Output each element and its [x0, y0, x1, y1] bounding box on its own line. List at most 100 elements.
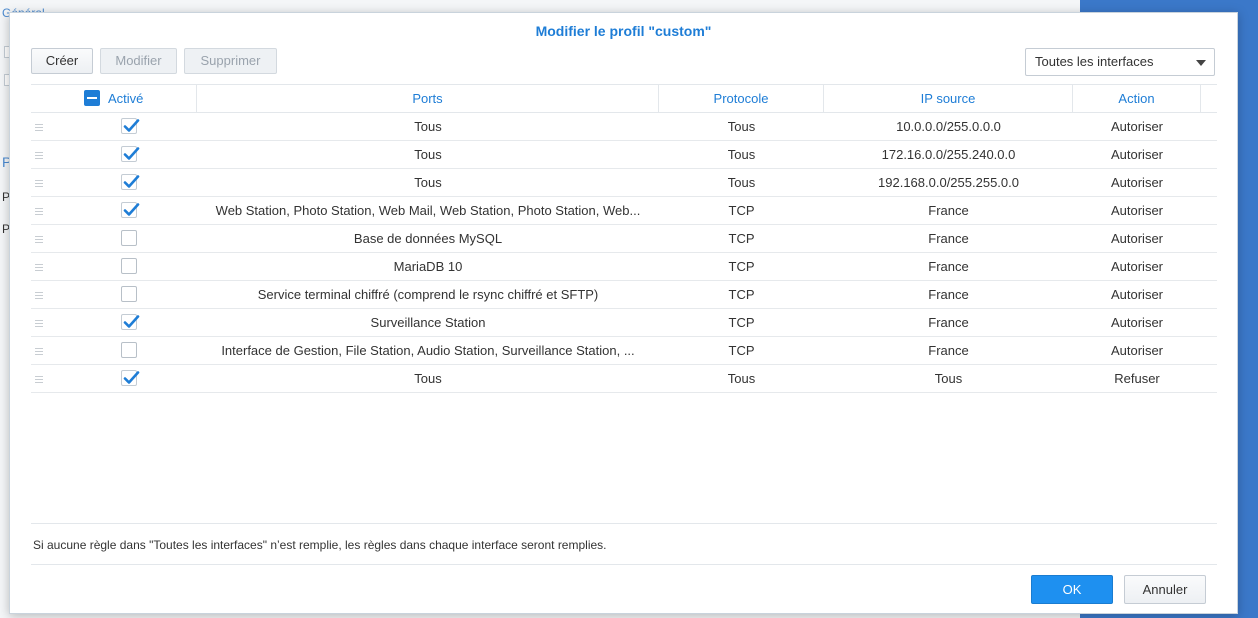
ports-cell: Surveillance Station: [370, 315, 486, 330]
action-cell: Autoriser: [1110, 259, 1164, 274]
active-checkbox[interactable]: [121, 118, 140, 134]
drag-handle[interactable]: [31, 169, 49, 196]
source-ip-cell: France: [928, 287, 969, 302]
table-row[interactable]: Tous Tous 172.16.0.0/255.240.0.0 Autoriser: [31, 141, 1217, 169]
drag-handle-icon: [35, 320, 43, 327]
drag-handle[interactable]: [31, 309, 49, 336]
active-checkbox[interactable]: [121, 370, 140, 386]
active-checkbox[interactable]: [121, 202, 140, 218]
drag-handle[interactable]: [31, 225, 49, 252]
action-cell: Autoriser: [1110, 119, 1164, 134]
protocol-cell: Tous: [727, 371, 756, 386]
check-icon: [123, 147, 140, 160]
info-note: Si aucune règle dans "Toutes les interfa…: [31, 523, 1217, 565]
source-ip-cell: France: [928, 203, 969, 218]
active-checkbox[interactable]: [121, 342, 137, 358]
ports-cell: Tous: [414, 119, 442, 134]
active-cell: [49, 309, 197, 336]
table-row[interactable]: Tous Tous 10.0.0.0/255.0.0.0 Autoriser: [31, 113, 1217, 141]
drag-handle[interactable]: [31, 253, 49, 280]
check-icon: [123, 371, 140, 384]
active-cell: [49, 141, 197, 168]
source-ip-cell: France: [928, 315, 969, 330]
action-cell: Autoriser: [1110, 343, 1164, 358]
active-checkbox[interactable]: [121, 286, 137, 302]
ports-cell: Tous: [414, 147, 442, 162]
active-cell: [49, 365, 197, 392]
active-checkbox[interactable]: [121, 230, 137, 246]
delete-button[interactable]: Supprimer: [184, 48, 277, 74]
action-cell: Autoriser: [1110, 315, 1164, 330]
active-cell: [49, 281, 197, 308]
rules-table: Activé Ports Protocole IP source Action …: [31, 84, 1217, 393]
protocol-cell: TCP: [728, 315, 755, 330]
action-cell: Autoriser: [1110, 287, 1164, 302]
column-header-active[interactable]: Activé: [31, 85, 197, 112]
table-row[interactable]: Tous Tous Tous Refuser: [31, 365, 1217, 393]
source-ip-cell: 192.168.0.0/255.255.0.0: [878, 175, 1019, 190]
drag-handle-icon: [35, 292, 43, 299]
column-header-protocol[interactable]: Protocole: [659, 85, 824, 112]
active-cell: [49, 253, 197, 280]
drag-handle-icon: [35, 376, 43, 383]
ports-cell: Tous: [414, 175, 442, 190]
column-header-source-ip[interactable]: IP source: [824, 85, 1073, 112]
edit-button[interactable]: Modifier: [100, 48, 177, 74]
table-row[interactable]: Tous Tous 192.168.0.0/255.255.0.0 Autoriser: [31, 169, 1217, 197]
drag-handle[interactable]: [31, 337, 49, 364]
table-row[interactable]: MariaDB 10 TCP France Autoriser: [31, 253, 1217, 281]
drag-handle-icon: [35, 208, 43, 215]
source-ip-cell: France: [928, 259, 969, 274]
drag-handle[interactable]: [31, 281, 49, 308]
active-cell: [49, 113, 197, 140]
table-row[interactable]: Web Station, Photo Station, Web Mail, We…: [31, 197, 1217, 225]
table-row[interactable]: Surveillance Station TCP France Autoriser: [31, 309, 1217, 337]
drag-handle-icon: [35, 152, 43, 159]
drag-handle[interactable]: [31, 365, 49, 392]
protocol-cell: Tous: [727, 119, 756, 134]
ports-cell: Interface de Gestion, File Station, Audi…: [221, 343, 635, 358]
active-checkbox[interactable]: [121, 314, 140, 330]
protocol-cell: TCP: [728, 259, 755, 274]
protocol-cell: TCP: [728, 203, 755, 218]
action-cell: Autoriser: [1110, 231, 1164, 246]
active-cell: [49, 225, 197, 252]
active-cell: [49, 337, 197, 364]
drag-handle-icon: [35, 264, 43, 271]
action-cell: Autoriser: [1110, 147, 1164, 162]
protocol-cell: TCP: [728, 287, 755, 302]
source-ip-cell: France: [928, 231, 969, 246]
ok-button[interactable]: OK: [1031, 575, 1113, 604]
column-header-action[interactable]: Action: [1073, 85, 1201, 112]
edit-profile-dialog: Modifier le profil "custom" Créer Modifi…: [9, 12, 1238, 614]
check-icon: [123, 203, 140, 216]
drag-handle[interactable]: [31, 141, 49, 168]
interface-select[interactable]: Toutes les interfaces: [1025, 48, 1215, 76]
active-checkbox[interactable]: [121, 258, 137, 274]
select-all-checkbox[interactable]: [84, 90, 100, 106]
drag-handle-icon: [35, 180, 43, 187]
column-header-ports[interactable]: Ports: [197, 85, 659, 112]
column-header-active-label: Activé: [108, 91, 144, 106]
cancel-button[interactable]: Annuler: [1124, 575, 1206, 604]
table-row[interactable]: Service terminal chiffré (comprend le rs…: [31, 281, 1217, 309]
chevron-down-icon[interactable]: [1196, 60, 1206, 66]
create-button[interactable]: Créer: [31, 48, 93, 74]
active-cell: [49, 197, 197, 224]
active-checkbox[interactable]: [121, 174, 140, 190]
action-cell: Autoriser: [1110, 175, 1164, 190]
ports-cell: Web Station, Photo Station, Web Mail, We…: [215, 203, 641, 218]
table-row[interactable]: Base de données MySQL TCP France Autoriser: [31, 225, 1217, 253]
drag-handle[interactable]: [31, 197, 49, 224]
ports-cell: Tous: [414, 371, 442, 386]
check-icon: [123, 119, 140, 132]
drag-handle[interactable]: [31, 113, 49, 140]
active-checkbox[interactable]: [121, 146, 140, 162]
table-row[interactable]: Interface de Gestion, File Station, Audi…: [31, 337, 1217, 365]
ports-cell: Service terminal chiffré (comprend le rs…: [257, 287, 599, 302]
action-cell: Refuser: [1114, 371, 1160, 386]
protocol-cell: Tous: [727, 175, 756, 190]
protocol-cell: TCP: [728, 231, 755, 246]
drag-handle-icon: [35, 348, 43, 355]
ports-cell: Base de données MySQL: [353, 231, 503, 246]
